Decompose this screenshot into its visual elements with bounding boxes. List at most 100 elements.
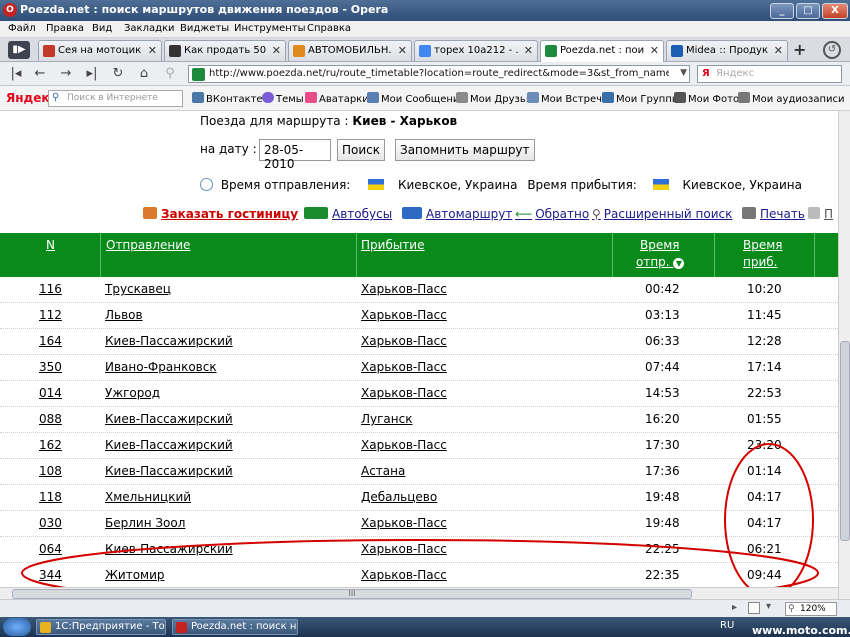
arrival-station-link[interactable]: Харьков-Пасс [361, 308, 447, 322]
hotel-link[interactable]: Заказать гостиницу [143, 207, 298, 221]
tab-2[interactable]: Как продать 50... ✕ [164, 40, 286, 61]
buses-link[interactable]: Автобусы [304, 207, 392, 221]
menu-edit[interactable]: Правка [46, 23, 84, 34]
yandex-item-friends[interactable]: Мои Друзья [456, 92, 532, 105]
horizontal-scrollbar[interactable]: III [0, 587, 838, 599]
tab-close-icon[interactable]: ✕ [524, 44, 533, 57]
departure-station-link[interactable]: Киев-Пассажирский [105, 334, 233, 348]
yandex-item-groups[interactable]: Мои Группы [602, 92, 680, 105]
train-number-link[interactable]: 014 [39, 386, 62, 400]
reverse-link[interactable]: ⟵ Обратно [515, 207, 589, 221]
fast-forward-icon[interactable]: ▸| [82, 65, 102, 83]
arrival-station-link[interactable]: Харьков-Пасс [361, 438, 447, 452]
header-arrival-time-line1[interactable]: Время [743, 238, 783, 252]
train-number-link[interactable]: 344 [39, 568, 62, 582]
print-link[interactable]: Печать [742, 207, 805, 221]
tab-6[interactable]: Midea :: Продукция ✕ [666, 40, 788, 61]
yandex-item-avatars[interactable]: Аватарки [305, 92, 369, 105]
home-icon[interactable]: ⌂ [134, 65, 154, 83]
zoom-field[interactable]: ⚲ 120% [785, 602, 837, 616]
arrival-station-link[interactable]: Дебальцево [361, 490, 437, 504]
departure-station-link[interactable]: Берлин Зоол [105, 516, 185, 530]
language-indicator[interactable]: RU [720, 620, 734, 631]
tab-1[interactable]: Сея на мотоцик... ✕ [38, 40, 162, 61]
departure-station-link[interactable]: Киев-Пассажирский [105, 542, 233, 556]
view-icon[interactable] [748, 602, 760, 614]
arrival-station-link[interactable]: Харьков-Пасс [361, 516, 447, 530]
tab-close-icon[interactable]: ✕ [774, 44, 783, 57]
back-icon[interactable]: ← [30, 65, 50, 83]
menu-help[interactable]: Справка [307, 23, 351, 34]
menu-bookmarks[interactable]: Закладки [124, 23, 175, 34]
panel-toggle-icon[interactable]: ▮▶ [8, 41, 30, 59]
yandex-item-photos[interactable]: Мои Фото [674, 92, 739, 105]
view-dropdown-icon[interactable]: ▾ [766, 601, 771, 612]
yandex-item-meetings[interactable]: Мои Встречи [527, 92, 609, 105]
taskbar-item-1c[interactable]: 1С:Предприятие - То... [36, 619, 166, 635]
menu-widgets[interactable]: Виджеты [180, 23, 229, 34]
header-number[interactable]: N [46, 238, 55, 252]
departure-station-link[interactable]: Ивано-Франковск [105, 360, 217, 374]
train-number-link[interactable]: 108 [39, 464, 62, 478]
header-departure-station[interactable]: Отправление [106, 238, 190, 252]
status-arrow-icon[interactable]: ▸ [732, 602, 737, 613]
train-number-link[interactable]: 112 [39, 308, 62, 322]
train-number-link[interactable]: 030 [39, 516, 62, 530]
history-dropdown-icon[interactable]: ▼ [680, 68, 687, 78]
arrival-station-link[interactable]: Луганск [361, 412, 412, 426]
automarshrut-link[interactable]: Автомаршрут [402, 207, 512, 221]
address-field[interactable]: http://www.poezda.net/ru/route_timetable… [188, 65, 690, 83]
train-number-link[interactable]: 088 [39, 412, 62, 426]
new-tab-icon[interactable]: + [793, 40, 806, 59]
menu-file[interactable]: Файл [8, 23, 36, 34]
yandex-item-themes[interactable]: Темы [262, 92, 304, 105]
train-number-link[interactable]: 164 [39, 334, 62, 348]
departure-station-link[interactable]: Ужгород [105, 386, 160, 400]
remember-route-button[interactable]: Запомнить маршрут [395, 139, 535, 161]
arrival-station-link[interactable]: Харьков-Пасс [361, 542, 447, 556]
tab-3[interactable]: АВТОМОБИЛЬН... ✕ [288, 40, 412, 61]
tab-close-icon[interactable]: ✕ [148, 44, 157, 57]
minimize-button[interactable]: _ [770, 3, 794, 19]
extra-link[interactable]: П [808, 207, 833, 221]
advanced-search-link[interactable]: ⚲ Расширенный поиск [592, 207, 732, 221]
departure-station-link[interactable]: Киев-Пассажирский [105, 464, 233, 478]
departure-station-link[interactable]: Киев-Пассажирский [105, 412, 233, 426]
header-departure-time-line1[interactable]: Время [640, 238, 680, 252]
wand-icon[interactable]: ⚲ [160, 65, 180, 83]
taskbar-item-opera[interactable]: Poezda.net : поиск н... [172, 619, 298, 635]
arrival-station-link[interactable]: Харьков-Пасс [361, 334, 447, 348]
scrollbar-thumb[interactable]: III [12, 589, 692, 599]
train-number-link[interactable]: 350 [39, 360, 62, 374]
departure-station-link[interactable]: Киев-Пассажирский [105, 438, 233, 452]
search-button[interactable]: Поиск [337, 139, 386, 161]
train-number-link[interactable]: 162 [39, 438, 62, 452]
arrival-station-link[interactable]: Харьков-Пасс [361, 360, 447, 374]
arrival-station-link[interactable]: Харьков-Пасс [361, 282, 447, 296]
header-arrival-time-line2[interactable]: приб. [743, 255, 777, 269]
yandex-item-vkontakte[interactable]: ВКонтакте [192, 92, 263, 105]
tab-5-active[interactable]: Poezda.net : поис... ✕ [540, 40, 664, 62]
reload-icon[interactable]: ↻ [108, 65, 128, 83]
departure-station-link[interactable]: Трускавец [105, 282, 171, 296]
departure-station-link[interactable]: Житомир [105, 568, 165, 582]
arrival-station-link[interactable]: Астана [361, 464, 405, 478]
closed-tabs-icon[interactable]: ↺ [823, 41, 841, 59]
train-number-link[interactable]: 064 [39, 542, 62, 556]
vertical-scrollbar[interactable] [838, 111, 850, 599]
maximize-button[interactable]: □ [796, 3, 820, 19]
start-button[interactable] [3, 618, 31, 636]
tab-close-icon[interactable]: ✕ [398, 44, 407, 57]
yandex-item-audio[interactable]: Мои аудиозаписи [738, 92, 844, 105]
train-number-link[interactable]: 118 [39, 490, 62, 504]
departure-station-link[interactable]: Львов [105, 308, 143, 322]
rewind-icon[interactable]: |◂ [6, 65, 26, 83]
yandex-search-icon[interactable]: Я [702, 68, 710, 79]
arrival-station-link[interactable]: Харьков-Пасс [361, 568, 447, 582]
menu-view[interactable]: Вид [92, 23, 112, 34]
train-number-link[interactable]: 116 [39, 282, 62, 296]
arrival-station-link[interactable]: Харьков-Пасс [361, 386, 447, 400]
tab-4[interactable]: торех 10а212 - ... ✕ [414, 40, 538, 61]
yandex-search-input[interactable]: ⚲ Поиск в Интернете [48, 90, 183, 107]
header-arrival-station[interactable]: Прибытие [361, 238, 425, 252]
